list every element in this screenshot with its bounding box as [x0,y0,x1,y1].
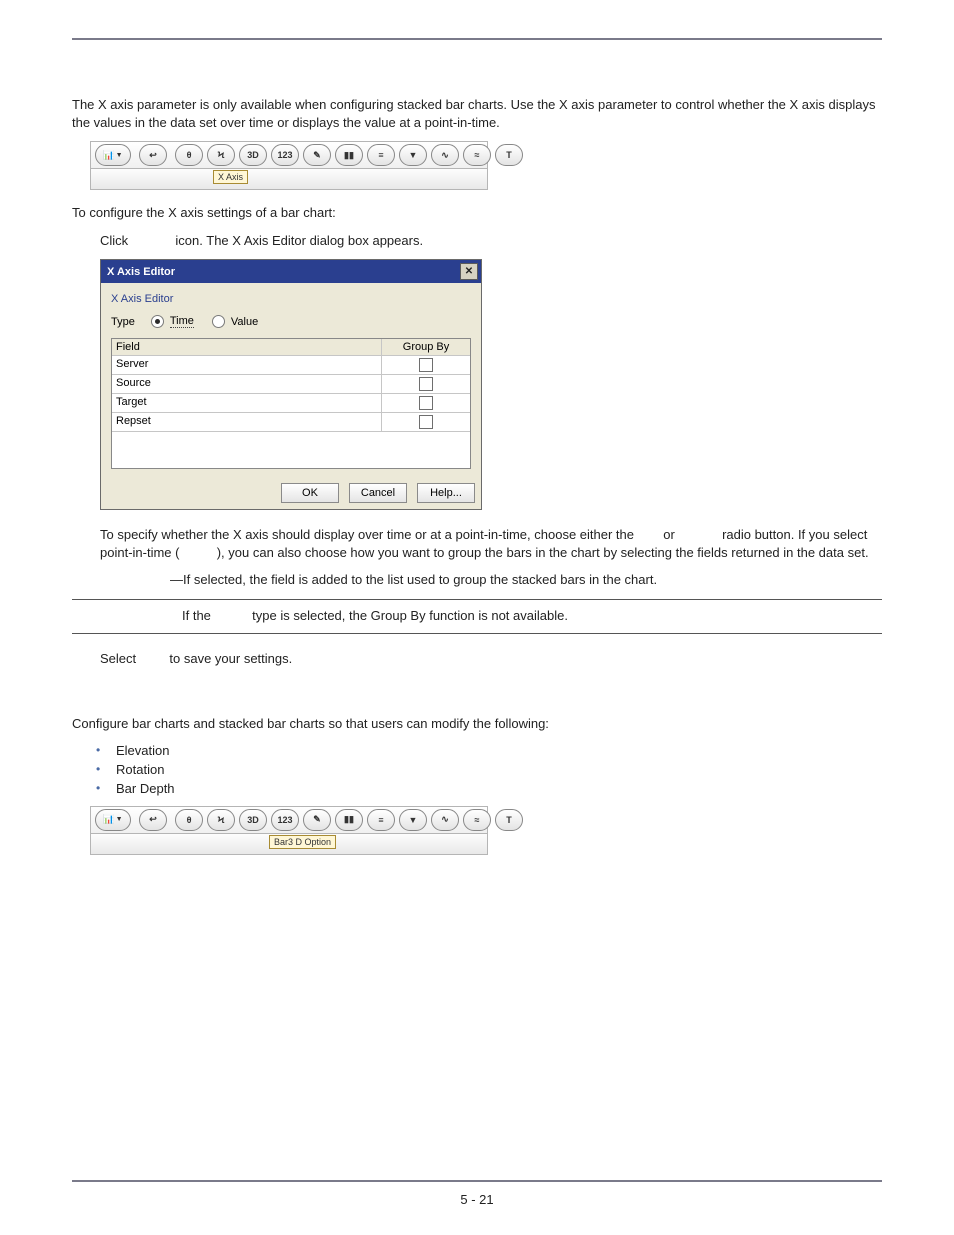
dialog-titlebar: X Axis Editor ✕ [101,260,481,283]
bar-intro: Configure bar charts and stacked bar cha… [72,715,882,733]
help-button[interactable]: Help... [417,483,475,503]
radio-time[interactable] [151,315,164,328]
toolbar-figure-1: 📊▼ ↩ θ Ϟ 3D 123 ✎ ▮▮ ≡ ▼ ∿ ≈ T X Axis [90,141,488,190]
toolbar-hint-xaxis: X Axis [213,170,248,184]
toolbar2-123-icon[interactable]: 123 [271,809,299,831]
toolbar-T-icon[interactable]: T [495,144,523,166]
radio-value-label: Value [231,316,258,328]
toolbar2-xaxis-icon[interactable]: Ϟ [207,809,235,831]
select-b: to save your settings. [169,651,292,666]
bullet-bar-depth: Bar Depth [100,781,882,796]
footer-rule [72,1180,882,1182]
select-a: Select [100,651,136,666]
toolbar-row-2: 📊▼ ↩ θ Ϟ 3D 123 ✎ ▮▮ ≡ ▼ ∿ ≈ T [90,806,488,833]
bullet-elevation: Elevation [100,743,882,758]
click-line-b: icon. The X Axis Editor dialog box appea… [175,233,423,248]
ok-button[interactable]: OK [281,483,339,503]
dialog-buttons: OK Cancel Help... [101,475,481,509]
select-line: Select to save your settings. [100,650,882,668]
radio-value[interactable] [212,315,225,328]
tv-a: To specify whether the X axis should dis… [100,527,634,542]
header-group: Group By [382,339,470,355]
grid-row: Target [112,393,470,412]
toolbar2-wand-icon[interactable]: ✎ [303,809,331,831]
cancel-button[interactable]: Cancel [349,483,407,503]
toolbar-funnel-icon[interactable]: ▼ [399,144,427,166]
click-line: Click icon. The X Axis Editor dialog box… [100,232,882,250]
grid-field-cell: Target [112,394,382,412]
grid-blank-area [112,431,470,468]
dialog-subtitle: X Axis Editor [111,293,471,305]
toolbar2-theta-icon[interactable]: θ [175,809,203,831]
toolbar2-bars-icon[interactable]: ▮▮ [335,809,363,831]
page-footer: 5 - 21 [0,1180,954,1207]
dialog-title: X Axis Editor [107,266,175,278]
toolbar2-arrow-icon[interactable]: ↩ [139,809,167,831]
toolbar-theta-icon[interactable]: θ [175,144,203,166]
grid-field-cell: Server [112,356,382,374]
toolbar-squiggle-icon[interactable]: ∿ [431,144,459,166]
toolbar-row: 📊▼ ↩ θ Ϟ 3D 123 ✎ ▮▮ ≡ ▼ ∿ ≈ T [90,141,488,168]
toolbar-dashes-icon[interactable]: ≈ [463,144,491,166]
grid-row: Source [112,374,470,393]
top-rule [72,38,882,40]
note-a: If the [182,608,211,623]
toolbar-arrow-icon[interactable]: ↩ [139,144,167,166]
dialog-xaxis-editor: X Axis Editor ✕ X Axis Editor Type Time … [100,259,482,510]
toolbar2-list-icon[interactable]: ≡ [367,809,395,831]
tv-b: or [663,527,675,542]
group-by-line: —If selected, the field is added to the … [170,571,882,589]
toolbar-3d-icon[interactable]: 3D [239,144,267,166]
field-grid: Field Group By Server Source Target Reps… [111,338,471,469]
close-icon[interactable]: ✕ [460,263,478,280]
type-line: Type Time Value [111,315,471,328]
checkbox-source[interactable] [419,377,433,391]
time-value-paragraph: To specify whether the X axis should dis… [100,526,882,589]
toolbar-hint-band: X Axis [90,168,488,190]
checkbox-target[interactable] [419,396,433,410]
toolbar2-dashes-icon[interactable]: ≈ [463,809,491,831]
toolbar-123-icon[interactable]: 123 [271,144,299,166]
grid-row: Repset [112,412,470,431]
radio-time-label: Time [170,316,194,328]
grid-field-cell: Source [112,375,382,393]
checkbox-repset[interactable] [419,415,433,429]
toolbar2-hint-bar3d: Bar3 D Option [269,835,336,849]
chart-type-dropdown-icon[interactable]: 📊▼ [95,144,131,166]
click-line-a: Click [100,233,128,248]
toolbar-xaxis-icon[interactable]: Ϟ [207,144,235,166]
grid-field-cell: Repset [112,413,382,431]
bar-bullets: Elevation Rotation Bar Depth [72,743,882,796]
toolbar-wand-icon[interactable]: ✎ [303,144,331,166]
bullet-rotation: Rotation [100,762,882,777]
note-box: If the type is selected, the Group By fu… [72,599,882,634]
grid-row: Server [112,355,470,374]
checkbox-server[interactable] [419,358,433,372]
toolbar2-hint-band: Bar3 D Option [90,833,488,855]
toolbar-figure-2: 📊▼ ↩ θ Ϟ 3D 123 ✎ ▮▮ ≡ ▼ ∿ ≈ T Bar3 D Op… [90,806,488,855]
chart-type-dropdown-icon-2[interactable]: 📊▼ [95,809,131,831]
grid-header: Field Group By [112,339,470,355]
toolbar-list-icon[interactable]: ≡ [367,144,395,166]
page-number: 5 - 21 [460,1192,493,1207]
header-field: Field [112,339,382,355]
toolbar2-3d-icon[interactable]: 3D [239,809,267,831]
toolbar2-T-icon[interactable]: T [495,809,523,831]
toolbar2-funnel-icon[interactable]: ▼ [399,809,427,831]
tv-d: ), you can also choose how you want to g… [217,545,869,560]
type-label: Type [111,316,135,328]
note-b: type is selected, the Group By function … [252,608,568,623]
toolbar2-squiggle-icon[interactable]: ∿ [431,809,459,831]
toolbar-bars-icon[interactable]: ▮▮ [335,144,363,166]
intro-paragraph: The X axis parameter is only available w… [72,96,882,131]
configure-line: To configure the X axis settings of a ba… [72,204,882,222]
